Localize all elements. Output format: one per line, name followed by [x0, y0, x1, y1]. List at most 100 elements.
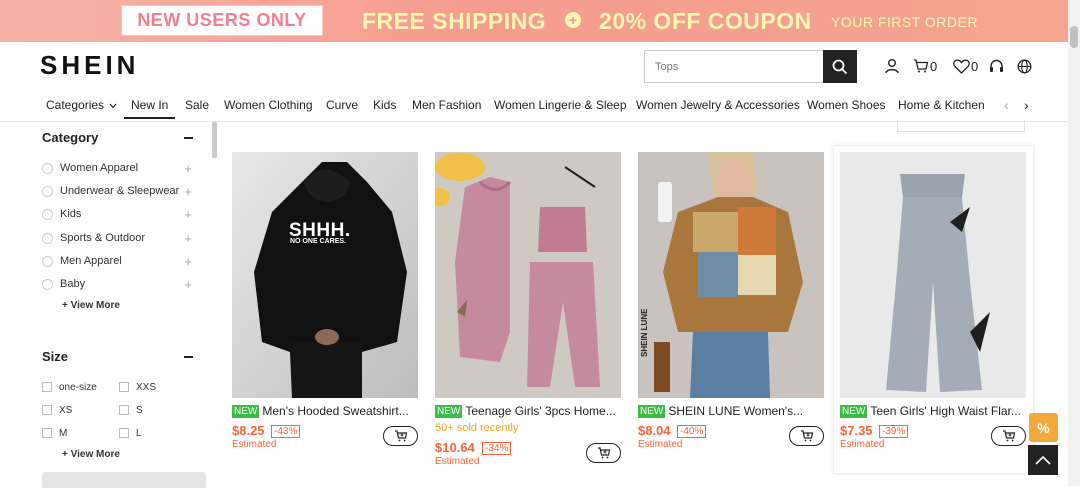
- wishlist-button[interactable]: 0: [953, 56, 978, 76]
- checkbox-icon: [42, 428, 52, 438]
- product-card[interactable]: SHHH. NO ONE CARES. NEW Men's Hooded Swea…: [232, 152, 418, 450]
- product-title[interactable]: NEW Men's Hooded Sweatshirt...: [232, 404, 418, 418]
- size-option[interactable]: XS: [42, 402, 72, 418]
- category-option[interactable]: Men Apparel +: [42, 252, 192, 270]
- nav-men-fashion[interactable]: Men Fashion: [412, 98, 481, 112]
- view-more-label: View More: [70, 300, 120, 311]
- category-option[interactable]: Women Apparel +: [42, 159, 192, 177]
- size-option[interactable]: one-size: [42, 379, 97, 395]
- heart-icon: [953, 59, 970, 74]
- support-button[interactable]: [989, 56, 1004, 76]
- size-label: one-size: [59, 381, 97, 393]
- product-title[interactable]: NEW Teenage Girls' 3pcs Home...: [435, 404, 621, 418]
- nav-women-lingerie[interactable]: Women Lingerie & Sleep: [494, 98, 627, 112]
- cart-icon: [914, 59, 929, 73]
- product-image[interactable]: [840, 152, 1026, 398]
- product-card[interactable]: NEW Teenage Girls' 3pcs Home... 50+ sold …: [435, 152, 621, 467]
- add-to-cart-button[interactable]: [991, 426, 1026, 446]
- nav-prev-icon[interactable]: ‹: [1004, 97, 1009, 113]
- coupon-label: 20% OFF COUPON: [599, 8, 812, 34]
- expand-icon[interactable]: +: [184, 207, 192, 222]
- product-title-text: Teen Girls' High Waist Flar...: [870, 404, 1021, 418]
- coupon-percent-badge[interactable]: %: [1029, 413, 1058, 442]
- category-label: Women Apparel: [60, 162, 139, 174]
- collapse-size-icon[interactable]: [184, 356, 193, 358]
- size-option[interactable]: L: [119, 425, 142, 441]
- product-title[interactable]: NEW SHEIN LUNE Women's...: [638, 404, 824, 418]
- back-to-top-button[interactable]: [1028, 445, 1058, 475]
- product-title[interactable]: NEW Teen Girls' High Waist Flar...: [840, 404, 1026, 418]
- sidebar-scrollbar[interactable]: [212, 122, 217, 158]
- cart-plus-icon: [597, 447, 610, 459]
- category-label: Men Apparel: [60, 255, 122, 267]
- product-image[interactable]: [435, 152, 621, 398]
- search-input[interactable]: [644, 50, 823, 83]
- expand-icon[interactable]: +: [184, 184, 192, 199]
- size-label: L: [136, 427, 142, 439]
- new-badge: NEW: [840, 404, 868, 418]
- shein-logo[interactable]: SHEIN: [40, 50, 139, 81]
- category-label: Sports & Outdoor: [60, 232, 145, 244]
- account-button[interactable]: [884, 56, 900, 76]
- radio-icon: [42, 232, 53, 244]
- radio-icon: [42, 185, 53, 197]
- nav-new-in[interactable]: New In: [124, 98, 176, 119]
- nav-next-icon[interactable]: ›: [1024, 97, 1029, 113]
- product-price: $8.04: [638, 423, 671, 438]
- product-price: $8.25: [232, 423, 265, 438]
- product-title-text: Teenage Girls' 3pcs Home...: [465, 404, 616, 418]
- size-label: XS: [59, 404, 73, 416]
- size-view-more[interactable]: + View More: [62, 449, 120, 460]
- discount-badge: -34%: [482, 442, 512, 455]
- cart-button[interactable]: 0: [913, 56, 937, 76]
- category-option[interactable]: Baby +: [42, 275, 192, 293]
- nav-home-kitchen[interactable]: Home & Kitchen: [898, 98, 985, 112]
- chevron-up-icon: [1035, 455, 1051, 465]
- size-option[interactable]: XXS: [119, 379, 156, 395]
- language-button[interactable]: [1017, 56, 1032, 76]
- new-badge: NEW: [638, 404, 666, 418]
- add-to-cart-button[interactable]: [789, 426, 824, 446]
- collapse-category-icon[interactable]: [184, 137, 193, 139]
- nav-curve[interactable]: Curve: [326, 98, 358, 112]
- pajama-set-image: [435, 152, 621, 398]
- nav-categories-label: Categories: [46, 98, 105, 112]
- category-option[interactable]: Underwear & Sleepwear +: [42, 182, 192, 200]
- product-card[interactable]: NEW Teen Girls' High Waist Flar... $7.35 …: [840, 152, 1026, 450]
- search-icon: [832, 59, 848, 74]
- cart-count: 0: [930, 58, 938, 74]
- sort-dropdown[interactable]: [897, 120, 1025, 132]
- radio-icon: [42, 208, 53, 220]
- expand-icon[interactable]: +: [184, 254, 192, 269]
- add-to-cart-button[interactable]: [383, 426, 418, 446]
- nav-kids[interactable]: Kids: [373, 98, 396, 112]
- add-to-cart-button[interactable]: [586, 443, 621, 463]
- nav-women-jewelry[interactable]: Women Jewelry & Accessories: [636, 98, 800, 112]
- size-option[interactable]: S: [119, 402, 143, 418]
- search-button[interactable]: [823, 50, 857, 83]
- nav-sale[interactable]: Sale: [185, 98, 209, 112]
- product-price: $7.35: [840, 423, 873, 438]
- expand-icon[interactable]: +: [184, 231, 192, 246]
- promo-banner[interactable]: NEW USERS ONLY FREE SHIPPING + 20% OFF C…: [0, 0, 1080, 42]
- expand-icon[interactable]: +: [184, 277, 192, 292]
- sold-recently-label: 50+ sold recently: [435, 422, 519, 434]
- size-label: S: [136, 404, 143, 416]
- category-label: Baby: [60, 278, 86, 290]
- product-image[interactable]: SHEIN LUNE: [638, 152, 824, 398]
- page-scrollbar[interactable]: [1068, 0, 1080, 486]
- nav-women-shoes[interactable]: Women Shoes: [807, 98, 886, 112]
- category-option[interactable]: Kids +: [42, 205, 192, 223]
- nav-categories[interactable]: Categories: [46, 98, 117, 112]
- nav-women-clothing[interactable]: Women Clothing: [224, 98, 313, 112]
- size-option[interactable]: M: [42, 425, 67, 441]
- expand-icon[interactable]: +: [184, 161, 192, 176]
- category-option[interactable]: Sports & Outdoor +: [42, 229, 192, 247]
- site-header: SHEIN 0 0: [0, 42, 1068, 92]
- hoodie-print-sub: NO ONE CARES.: [290, 238, 347, 245]
- chevron-down-icon: [109, 103, 117, 109]
- product-image[interactable]: SHHH. NO ONE CARES.: [232, 152, 418, 398]
- category-view-more[interactable]: + View More: [62, 300, 120, 311]
- page-scrollbar-thumb[interactable]: [1070, 26, 1078, 48]
- product-card[interactable]: SHEIN LUNE NEWSHEIN LUNE Women's... $8.0…: [638, 152, 824, 450]
